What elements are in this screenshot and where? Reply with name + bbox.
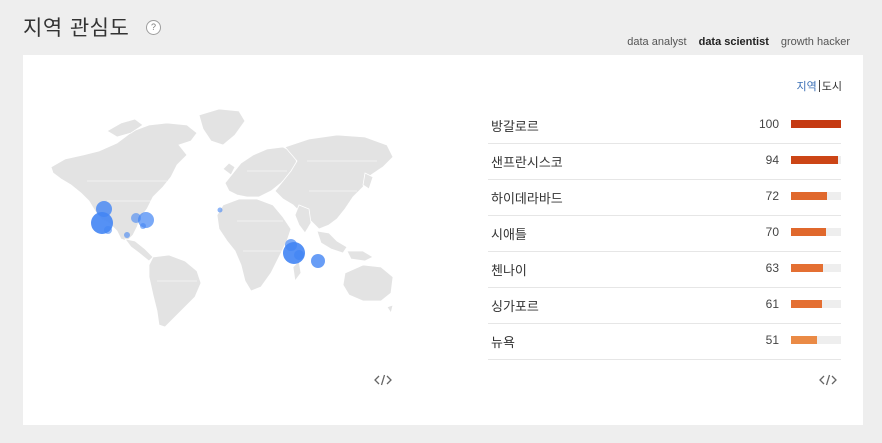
- interest-value: 61: [765, 297, 779, 311]
- interest-bar: [791, 300, 841, 308]
- region-city-toggle: 지역 도시: [797, 78, 842, 94]
- toggle-city[interactable]: 도시: [822, 78, 842, 94]
- list-item[interactable]: 방갈로르 100: [488, 108, 841, 144]
- interest-bar-fill: [791, 120, 841, 128]
- toggle-region[interactable]: 지역: [797, 78, 817, 94]
- query-tabs: data analyst data scientist growth hacke…: [621, 30, 856, 57]
- city-name: 뉴욕: [491, 336, 515, 351]
- bubble-austin[interactable]: [124, 232, 130, 238]
- interest-value: 70: [765, 225, 779, 239]
- bubble-washington[interactable]: [140, 223, 146, 229]
- bubble-boston[interactable]: [131, 213, 141, 223]
- bubble-los-angeles[interactable]: [104, 226, 112, 234]
- interest-bar-fill: [791, 264, 823, 272]
- tab-data-analyst[interactable]: data analyst: [621, 34, 692, 56]
- world-map[interactable]: [47, 101, 399, 331]
- interest-bar: [791, 228, 841, 236]
- bubble-chennai[interactable]: [294, 250, 304, 260]
- interest-value: 51: [765, 333, 779, 347]
- interest-bar-fill: [791, 228, 826, 236]
- help-icon[interactable]: ?: [146, 20, 161, 35]
- list-item[interactable]: 첸나이 63: [488, 252, 841, 288]
- interest-bar: [791, 192, 841, 200]
- interest-bar-fill: [791, 156, 838, 164]
- interest-bar-fill: [791, 336, 817, 344]
- bubble-london[interactable]: [217, 207, 223, 213]
- list-item[interactable]: 하이데라바드 72: [488, 180, 841, 216]
- city-name: 방갈로르: [491, 120, 539, 135]
- city-name: 샌프란시스코: [491, 156, 563, 171]
- city-name: 싱가포르: [491, 300, 539, 315]
- city-name: 시애틀: [491, 228, 527, 243]
- list-item[interactable]: 샌프란시스코 94: [488, 144, 841, 180]
- city-name: 첸나이: [491, 264, 527, 279]
- interest-value: 72: [765, 189, 779, 203]
- interest-bar: [791, 336, 841, 344]
- map-code-icon[interactable]: [373, 373, 393, 387]
- city-ranking-list: 방갈로르 100 샌프란시스코 94 하이데라바드 72 시애틀 70 첸나이 …: [488, 108, 841, 360]
- page-title: 지역 관심도: [23, 16, 130, 40]
- interest-bar-fill: [791, 192, 827, 200]
- interest-value: 100: [758, 117, 779, 131]
- interest-bar: [791, 264, 841, 272]
- interest-value: 63: [765, 261, 779, 275]
- list-item[interactable]: 뉴욕 51: [488, 324, 841, 360]
- tab-data-scientist[interactable]: data scientist: [692, 34, 776, 57]
- regional-interest-card: 지역 도시 방갈로르 100 샌프란시스코 94 하이데라바드 72 시애틀 7…: [23, 55, 863, 425]
- tab-growth-hacker[interactable]: growth hacker: [775, 34, 856, 56]
- list-item[interactable]: 싱가포르 61: [488, 288, 841, 324]
- city-name: 하이데라바드: [491, 192, 563, 207]
- interest-bar: [791, 120, 841, 128]
- bubble-hyderabad[interactable]: [285, 239, 297, 251]
- list-code-icon[interactable]: [818, 373, 838, 387]
- interest-value: 94: [765, 153, 779, 167]
- interest-bar: [791, 156, 841, 164]
- list-item[interactable]: 시애틀 70: [488, 216, 841, 252]
- bubble-singapore[interactable]: [311, 254, 325, 268]
- interest-bar-fill: [791, 300, 822, 308]
- toggle-divider: [818, 80, 820, 92]
